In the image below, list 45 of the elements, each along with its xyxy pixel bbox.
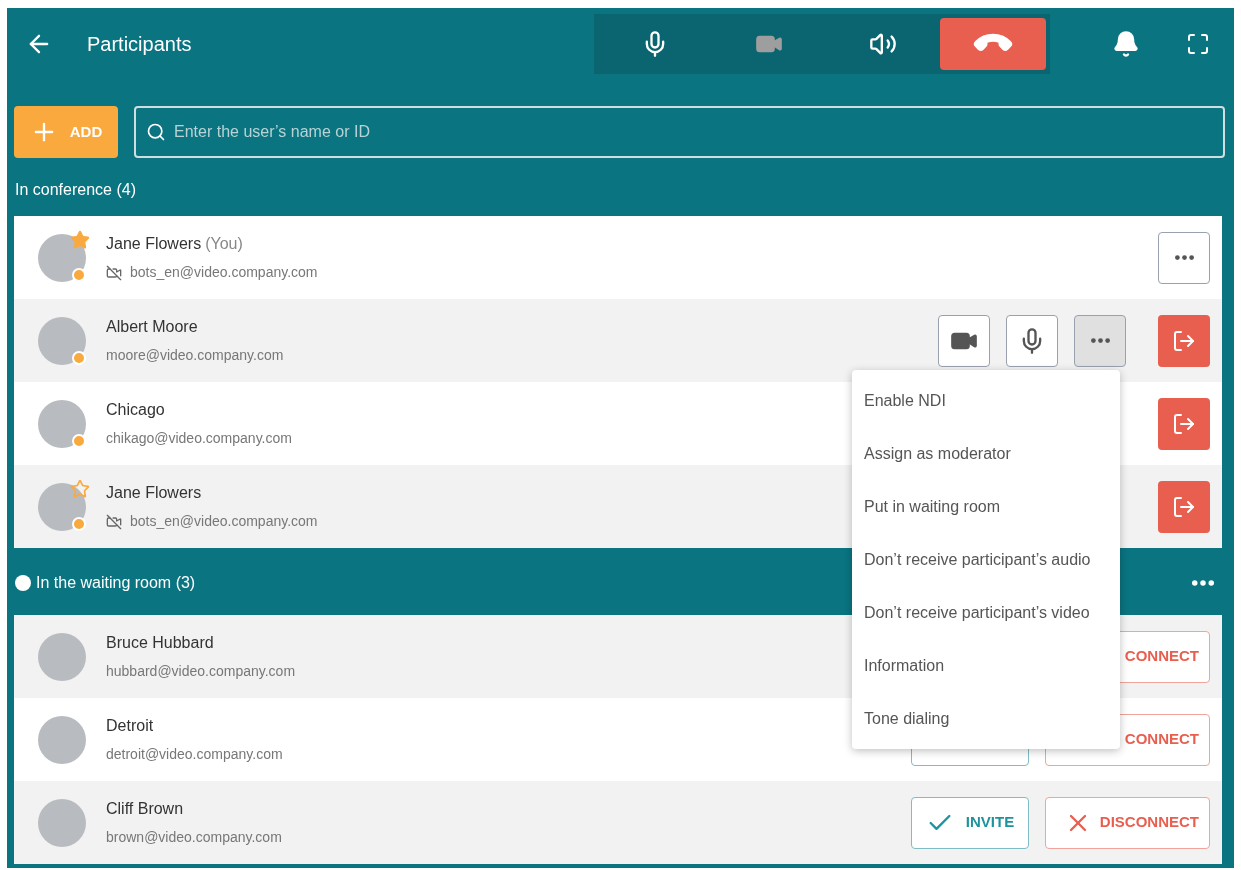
participant-name: Albert Moore <box>106 317 198 337</box>
participant-name: Bruce Hubbard <box>106 633 214 653</box>
menu-item[interactable]: Put in waiting room <box>852 480 1120 533</box>
bell-icon <box>1112 30 1140 58</box>
participant-name: Chicago <box>106 400 165 420</box>
avatar <box>38 482 86 531</box>
more-icon <box>1192 580 1214 586</box>
exit-icon <box>1172 494 1196 519</box>
microphone-toggle-button[interactable] <box>1006 314 1058 367</box>
remove-button[interactable] <box>1158 480 1210 533</box>
menu-item[interactable]: Assign as moderator <box>852 427 1120 480</box>
section-heading: In the waiting room (3) <box>36 573 196 593</box>
participant-email: chikago@video.company.com <box>106 429 292 448</box>
search-icon <box>146 122 166 142</box>
exit-icon <box>1172 328 1196 353</box>
more-icon <box>1174 255 1194 260</box>
participant-email: moore@video.company.com <box>106 346 284 365</box>
exit-icon <box>1172 411 1196 436</box>
menu-item[interactable]: Don’t receive participant’s audio <box>852 533 1120 586</box>
invite-button[interactable]: INVITE <box>911 796 1029 849</box>
more-button[interactable] <box>1158 231 1210 284</box>
camera-toggle-button[interactable] <box>938 314 990 367</box>
participant-name: Cliff Brown <box>106 799 184 819</box>
hang-up-button[interactable] <box>940 18 1046 70</box>
avatar <box>38 715 86 764</box>
remove-button[interactable] <box>1158 314 1210 367</box>
participant-email: hubbard@video.company.com <box>106 662 296 681</box>
participant-name: Detroit <box>106 716 154 736</box>
section-heading: In conference (4) <box>15 180 136 200</box>
participant-email: bots_en@video.company.com <box>130 263 318 282</box>
avatar <box>38 798 86 847</box>
you-label: (You) <box>205 234 243 254</box>
participant-email: brown@video.company.com <box>106 828 282 847</box>
more-icon <box>1090 338 1110 343</box>
avatar <box>38 632 86 681</box>
search-field[interactable]: Enter the user’s name or ID <box>134 106 1225 158</box>
menu-item[interactable]: Enable NDI <box>852 374 1120 427</box>
fullscreen-icon <box>1186 32 1210 56</box>
remove-button[interactable] <box>1158 397 1210 450</box>
page-title: Participants <box>87 32 192 57</box>
participant-name: Jane Flowers <box>106 234 202 254</box>
participant-email: bots_en@video.company.com <box>130 512 318 531</box>
participant-name: Jane Flowers <box>106 483 202 503</box>
more-button[interactable] <box>1192 580 1214 586</box>
participant-email: detroit@video.company.com <box>106 745 283 764</box>
